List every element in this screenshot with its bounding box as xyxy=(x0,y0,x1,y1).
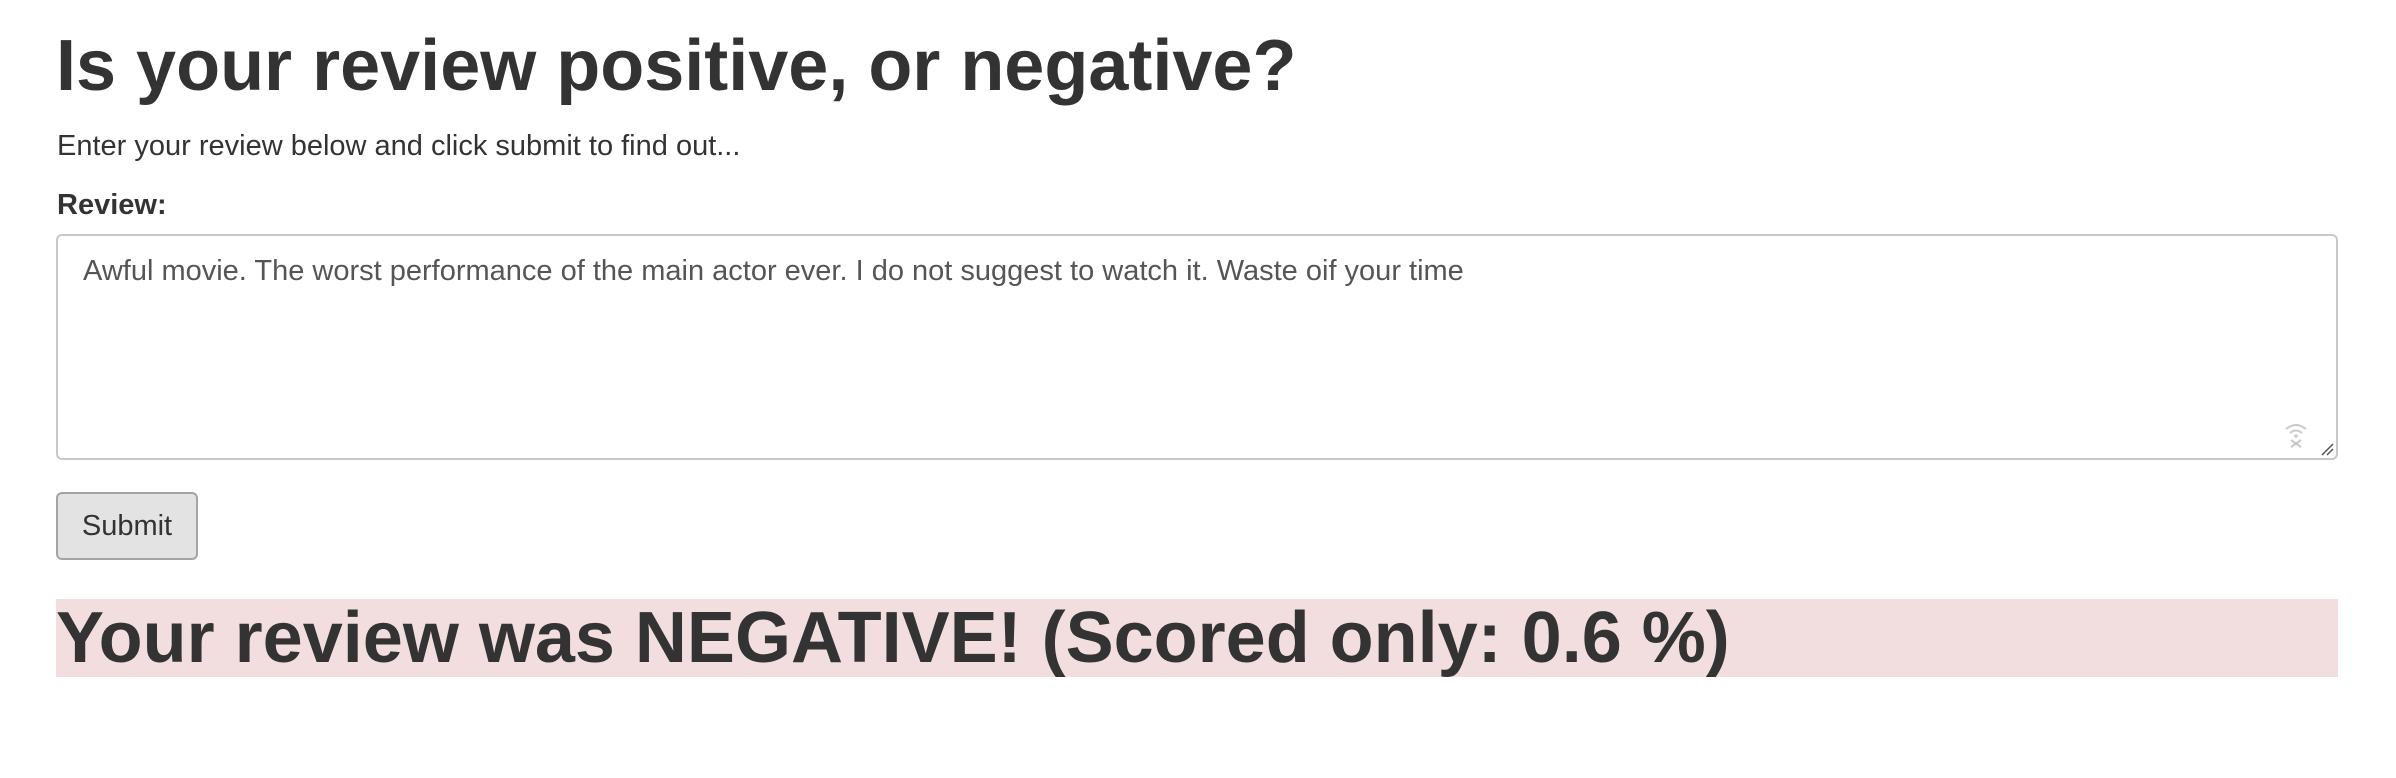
resize-handle-icon[interactable] xyxy=(2320,442,2334,456)
review-textarea[interactable]: Awful movie. The worst performance of th… xyxy=(56,234,2338,460)
result-text: Your review was NEGATIVE! (Scored only: … xyxy=(56,598,1730,678)
page: Is your review positive, or negative? En… xyxy=(0,0,2396,778)
review-text[interactable]: Awful movie. The worst performance of th… xyxy=(83,250,2276,292)
result-banner: Your review was NEGATIVE! (Scored only: … xyxy=(56,598,2338,678)
dictation-mic-icon[interactable] xyxy=(2282,420,2310,448)
page-subtitle: Enter your review below and click submit… xyxy=(57,130,741,162)
review-label: Review: xyxy=(57,189,167,221)
submit-button[interactable]: Submit xyxy=(56,492,198,560)
page-title: Is your review positive, or negative? xyxy=(56,26,1297,106)
